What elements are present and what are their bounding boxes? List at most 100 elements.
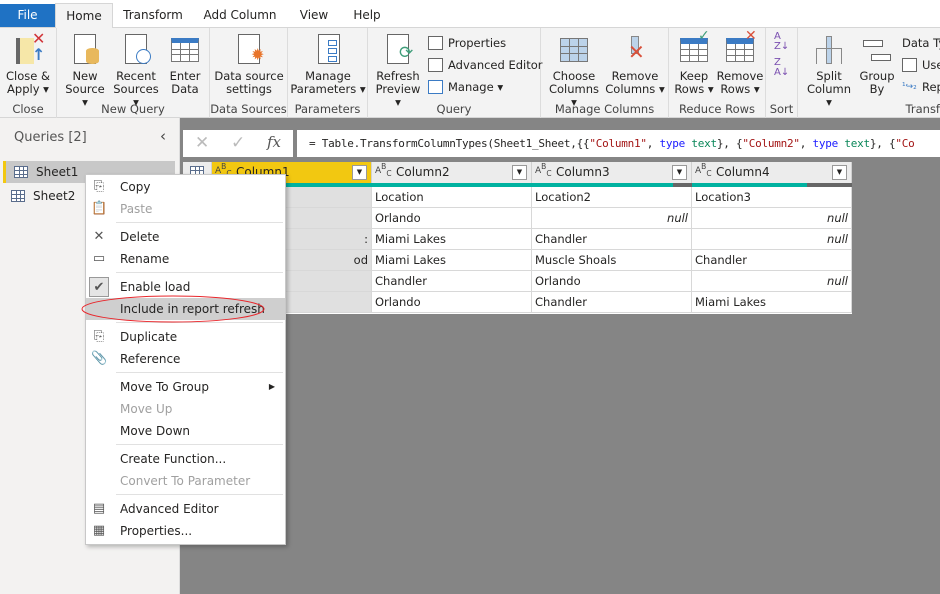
submenu-arrow-icon: ▶ [268, 382, 275, 391]
group-query: ⟳ Refresh Preview ▾ Properties Advanced E… [368, 28, 543, 118]
menu-item-move-up[interactable]: Move Up [86, 398, 285, 420]
advanced-editor-icon: ▤ [92, 501, 106, 516]
replace-values-button[interactable]: ¹↪₂Rep [902, 77, 940, 97]
table-cell[interactable]: Chandler [372, 271, 532, 292]
table-cell[interactable]: Orlando [532, 271, 692, 292]
remove-rows-icon: ✕ [724, 29, 757, 66]
keep-rows-button[interactable]: ✓ Keep Rows ▾ [672, 29, 716, 96]
remove-columns-icon: ✕ [619, 34, 651, 66]
group-data-sources: ✹ Data source settings Data Sources [210, 28, 288, 118]
data-type-button[interactable]: Data Typ [902, 33, 940, 53]
table-cell[interactable]: Miami Lakes [372, 229, 532, 250]
advanced-editor-icon [428, 58, 443, 72]
table-cell[interactable]: null [692, 271, 852, 292]
tab-help[interactable]: Help [344, 3, 390, 28]
menu-item-rename[interactable]: ▭ Rename [86, 248, 285, 270]
table-cell[interactable]: null [692, 229, 852, 250]
menu-item-duplicate[interactable]: ⎘ Duplicate [86, 326, 285, 348]
table-cell[interactable]: Location2 [532, 187, 692, 208]
filter-dropdown-button[interactable]: ▼ [832, 165, 847, 180]
replace-icon: ¹↪₂ [902, 82, 917, 92]
delete-icon: ✕ [93, 229, 105, 244]
use-first-row-button[interactable]: Use [902, 55, 940, 75]
table-cell[interactable]: Chandler [532, 229, 692, 250]
group-reduce-rows: ✓ Keep Rows ▾ ✕ Remove Rows ▾ Reduce Rows [669, 28, 766, 118]
tab-home[interactable]: Home [55, 3, 113, 29]
menu-separator [116, 222, 283, 223]
column-header-4[interactable]: ABC Column4 ▼ [692, 162, 852, 183]
menu-item-copy[interactable]: ⎘ Copy [86, 176, 285, 198]
table-icon [14, 166, 28, 178]
reference-icon: 📎 [91, 351, 108, 366]
group-by-button[interactable]: Group By [856, 34, 898, 96]
tab-add-column[interactable]: Add Column [196, 3, 284, 28]
filter-dropdown-button[interactable]: ▼ [672, 165, 687, 180]
remove-columns-button[interactable]: ✕ Remove Columns ▾ [605, 34, 665, 96]
menu-item-reference[interactable]: 📎 Reference [86, 348, 285, 370]
menu-item-move-down[interactable]: Move Down [86, 420, 285, 442]
refresh-preview-button[interactable]: ⟳ Refresh Preview ▾ [372, 34, 424, 109]
menu-item-delete[interactable]: ✕ Delete [86, 226, 285, 248]
table-cell[interactable]: Muscle Shoals [532, 250, 692, 271]
table-cell[interactable]: Orlando [372, 292, 532, 313]
rename-icon: ▭ [92, 251, 106, 266]
column-header-3[interactable]: ABC Column3 ▼ [532, 162, 692, 183]
remove-rows-button[interactable]: ✕ Remove Rows ▾ [716, 29, 764, 96]
properties-button[interactable]: Properties [428, 33, 506, 53]
new-source-button[interactable]: New Source ▾ [61, 34, 109, 109]
red-annotation-ellipse [81, 295, 265, 323]
split-column-button[interactable]: Split Column ▾ [804, 34, 854, 109]
manage-parameters-button[interactable]: Manage Parameters ▾ [290, 34, 366, 96]
manage-button[interactable]: Manage ▾ [428, 77, 503, 97]
menu-item-properties[interactable]: ▦ Properties... [86, 520, 285, 542]
tab-view[interactable]: View [292, 3, 336, 28]
text-type-icon[interactable]: ABC [375, 162, 392, 179]
table-cell[interactable]: Miami Lakes [692, 292, 852, 313]
table-cell[interactable]: Location3 [692, 187, 852, 208]
ribbon: ✕ ↑ Close & Apply ▾ Close New Source ▾ Rece… [0, 28, 940, 118]
commit-icon[interactable]: ✓ [231, 133, 245, 153]
group-manage-columns: Choose Columns ▾ ✕ Remove Columns ▾ Manage… [541, 28, 669, 118]
tab-file[interactable]: File [0, 4, 55, 27]
menu-item-paste[interactable]: 📋 Paste [86, 198, 285, 220]
data-source-settings-button[interactable]: ✹ Data source settings [212, 34, 286, 96]
table-cell[interactable]: null [532, 208, 692, 229]
text-type-icon[interactable]: ABC [535, 162, 552, 179]
menu-item-move-to-group[interactable]: Move To Group ▶ [86, 376, 285, 398]
duplicate-icon: ⎘ [93, 329, 105, 344]
table-cell[interactable]: Chandler [692, 250, 852, 271]
table-cell[interactable]: Chandler [532, 292, 692, 313]
table-cell[interactable]: Miami Lakes [372, 250, 532, 271]
menu-separator [116, 494, 283, 495]
menu-item-convert-to-parameter[interactable]: Convert To Parameter [86, 470, 285, 492]
tab-transform[interactable]: Transform [118, 3, 188, 28]
advanced-editor-button[interactable]: Advanced Editor [428, 55, 543, 75]
menu-item-advanced-editor[interactable]: ▤ Advanced Editor [86, 498, 285, 520]
table-cell[interactable]: Orlando [372, 208, 532, 229]
text-type-icon[interactable]: ABC [695, 162, 712, 179]
formula-bar[interactable]: = Table.TransformColumnTypes(Sheet1_Shee… [297, 130, 940, 157]
filter-dropdown-button[interactable]: ▼ [352, 165, 367, 180]
menu-item-create-function[interactable]: Create Function... [86, 448, 285, 470]
table-cell[interactable]: Location [372, 187, 532, 208]
collapse-pane-icon[interactable]: ‹ [160, 127, 166, 145]
queries-title: Queries [2] [14, 130, 87, 145]
table-icon [902, 58, 917, 72]
fx-icon[interactable]: fx [267, 133, 281, 151]
sort-descending-icon[interactable]: Z A↓ [774, 58, 789, 78]
choose-columns-button[interactable]: Choose Columns ▾ [545, 34, 603, 109]
group-by-icon [861, 34, 893, 66]
column-header-2[interactable]: ABC Column2 ▼ [372, 162, 532, 183]
split-column-icon [813, 34, 845, 66]
enter-data-button[interactable]: Enter Data [163, 34, 207, 96]
properties-icon [428, 36, 443, 50]
close-apply-button[interactable]: ✕ ↑ Close & Apply ▾ [3, 31, 53, 96]
table-cell[interactable]: null [692, 208, 852, 229]
cancel-icon[interactable]: ✕ [195, 133, 209, 153]
filter-dropdown-button[interactable]: ▼ [512, 165, 527, 180]
manage-icon [428, 80, 443, 94]
close-apply-icon: ✕ ↑ [12, 31, 45, 66]
recent-sources-button[interactable]: Recent Sources ▾ [111, 34, 161, 109]
copy-icon: ⎘ [93, 179, 105, 194]
sort-ascending-icon[interactable]: A Z↓ [774, 32, 789, 52]
